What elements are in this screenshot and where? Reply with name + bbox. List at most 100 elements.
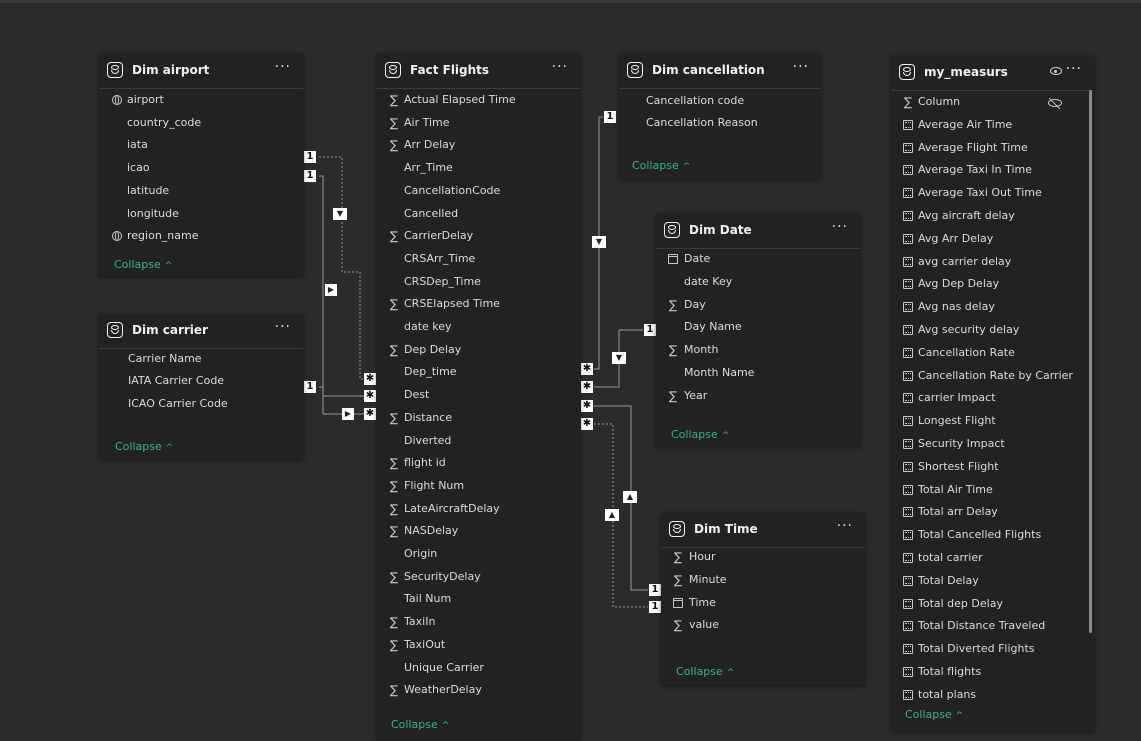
collapse-button[interactable]: Collapse ^ [632,159,690,172]
field-row[interactable]: Date [667,249,710,269]
field-row[interactable]: Avg nas delay [902,297,995,317]
field-row[interactable]: icao [127,158,150,178]
field-row[interactable]: Longest Flight [902,411,996,431]
field-row[interactable]: ∑ Hour [672,547,716,567]
more-options-icon[interactable]: ··· [837,518,853,534]
table-card-dim-date[interactable]: Dim Date ··· Date date Key ∑ Day Day Name ∑ Mo… [656,214,860,446]
field-row[interactable]: Month Name [667,363,754,383]
field-row[interactable]: Total arr Delay [902,502,998,522]
field-row[interactable]: longitude [127,204,179,224]
field-row[interactable]: ∑ Month [667,340,719,360]
field-row[interactable]: Cancelled [388,204,458,224]
field-row[interactable]: total carrier [902,548,983,568]
field-row[interactable]: Carrier Name [128,349,202,369]
field-row[interactable]: Tail Num [388,589,451,609]
filter-direction-down-icon[interactable]: ▼ [612,352,626,364]
hidden-eye-icon[interactable] [1048,97,1062,109]
collapse-button[interactable]: Collapse ^ [114,258,172,271]
scrollbar[interactable] [1089,90,1092,633]
field-row[interactable]: ∑ CarrierDelay [388,226,473,246]
field-row[interactable]: date key [388,317,452,337]
eye-icon[interactable] [1050,67,1062,75]
field-row[interactable]: Arr_Time [388,158,453,178]
table-header[interactable]: Dim airport ··· [99,54,303,89]
table-card-dim-time[interactable]: Dim Time ··· ∑ Hour ∑ Minute Time ∑ value Coll… [661,513,865,685]
field-row[interactable]: ∑ WeatherDelay [388,680,482,700]
table-header[interactable]: Dim cancellation ··· [619,54,821,89]
field-row[interactable]: ∑ LateAircraftDelay [388,499,500,519]
field-row[interactable]: ICAO Carrier Code [128,394,228,414]
field-row[interactable]: Total Distance Traveled [902,616,1045,636]
table-header[interactable]: my_measurs ··· [891,56,1094,91]
field-row[interactable]: ∑ CRSElapsed Time [388,294,500,314]
field-row[interactable]: Cancellation code [646,91,744,111]
field-row[interactable]: Dep_time [388,362,457,382]
field-row[interactable]: region_name [111,226,198,246]
field-row[interactable]: ∑ TaxiOut [388,635,445,655]
field-row[interactable]: Unique Carrier [388,658,484,678]
field-row[interactable]: Total Cancelled Flights [902,525,1041,545]
field-row[interactable]: ∑ Dep Delay [388,340,461,360]
table-card-my-measurs[interactable]: my_measurs ··· ∑ Column Average Air Time Av… [891,56,1094,731]
field-row[interactable]: ∑ value [672,615,719,635]
table-header[interactable]: Dim carrier ··· [99,314,303,349]
field-row[interactable]: ∑ Arr Delay [388,135,455,155]
field-row[interactable]: Total flights [902,662,981,682]
field-row[interactable]: latitude [127,181,169,201]
filter-direction-up-icon[interactable]: ▲ [605,509,619,521]
collapse-button[interactable]: Collapse ^ [676,665,734,678]
filter-direction-down-icon[interactable]: ▼ [333,208,347,220]
filter-direction-right-icon[interactable]: ▶ [342,408,354,420]
table-card-dim-cancellation[interactable]: Dim cancellation ··· Cancellation code C… [619,54,821,179]
field-row[interactable]: Average Air Time [902,115,1012,135]
field-row[interactable]: IATA Carrier Code [128,371,224,391]
table-card-fact-flights[interactable]: Fact Flights ··· ∑ Actual Elapsed Time ∑ Ai… [377,54,580,741]
field-row[interactable]: ∑ Actual Elapsed Time [388,90,516,110]
field-row[interactable]: date Key [667,272,732,292]
more-options-icon[interactable]: ··· [275,319,291,335]
field-row[interactable]: Dest [388,385,429,405]
field-row[interactable]: Average Flight Time [902,138,1028,158]
more-options-icon[interactable]: ··· [832,219,848,235]
field-row[interactable]: ∑ Day [667,295,706,315]
field-row[interactable]: Total Diverted Flights [902,639,1035,659]
field-row[interactable]: total plans [902,685,976,705]
field-row[interactable]: ∑ Column [902,92,960,112]
field-row[interactable]: Cancellation Rate by Carrier [902,366,1073,386]
more-options-icon[interactable]: ··· [793,59,809,75]
field-row[interactable]: ∑ Minute [672,570,727,590]
field-row[interactable]: iata [127,135,148,155]
more-options-icon[interactable]: ··· [275,59,291,75]
field-row[interactable]: Total dep Delay [902,594,1003,614]
field-row[interactable]: Time [672,593,716,613]
more-options-icon[interactable]: ··· [552,59,568,75]
collapse-button[interactable]: Collapse ^ [115,440,173,453]
field-row[interactable]: CRSArr_Time [388,249,475,269]
field-row[interactable]: ∑ TaxiIn [388,612,435,632]
field-row[interactable]: CRSDep_Time [388,272,481,292]
field-row[interactable]: Shortest Flight [902,457,999,477]
collapse-button[interactable]: Collapse ^ [671,428,729,441]
field-row[interactable]: airport [111,90,164,110]
field-row[interactable]: Cancellation Rate [902,343,1015,363]
collapse-button[interactable]: Collapse ^ [391,718,449,731]
field-row[interactable]: Security Impact [902,434,1005,454]
field-row[interactable]: carrier Impact [902,388,996,408]
more-options-icon[interactable]: ··· [1066,61,1082,77]
field-row[interactable]: Avg Arr Delay [902,229,993,249]
field-row[interactable]: Total Air Time [902,480,993,500]
field-row[interactable]: Avg Dep Delay [902,274,999,294]
filter-direction-right-icon[interactable]: ▶ [325,284,337,296]
table-header[interactable]: Dim Date ··· [656,214,860,249]
table-header[interactable]: Fact Flights ··· [377,54,580,89]
table-card-dim-carrier[interactable]: Dim carrier ··· Carrier Name IATA Carrie… [99,314,303,459]
table-header[interactable]: Dim Time ··· [661,513,865,548]
field-row[interactable]: ∑ Flight Num [388,476,464,496]
filter-direction-down-icon[interactable]: ▼ [592,236,606,248]
field-row[interactable]: Average Taxi In Time [902,160,1032,180]
field-row[interactable]: CancellationCode [388,181,500,201]
field-row[interactable]: Total Delay [902,571,979,591]
table-card-dim-airport[interactable]: Dim airport ··· airport country_code iat… [99,54,303,276]
field-row[interactable]: ∑ SecurityDelay [388,567,481,587]
field-row[interactable]: ∑ NASDelay [388,521,458,541]
